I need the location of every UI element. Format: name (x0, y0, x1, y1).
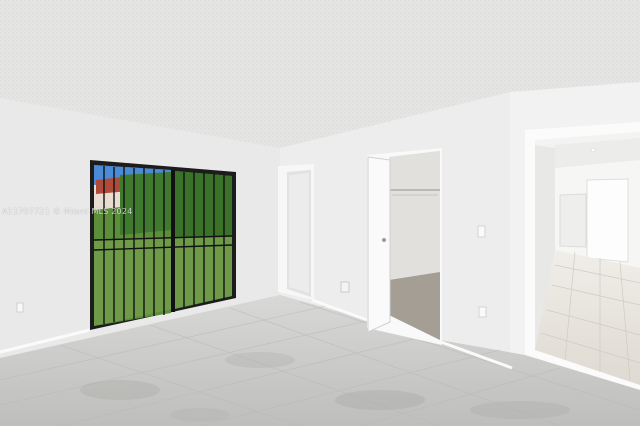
hall-doorway (525, 122, 640, 390)
doorway-middle (278, 164, 314, 300)
closet-doorway (367, 148, 442, 345)
closet-door (367, 156, 391, 333)
outlet-right (478, 306, 487, 318)
outlet-center (340, 281, 350, 293)
hall-door (586, 178, 629, 263)
ceiling-light (590, 147, 596, 153)
door-knob (382, 238, 386, 242)
photo-scene: A11707721 © Miami MLS 2024 (0, 0, 640, 426)
outlet-left (16, 302, 24, 313)
watermark: A11707721 © Miami MLS 2024 (2, 207, 133, 216)
light-switch (477, 225, 486, 238)
